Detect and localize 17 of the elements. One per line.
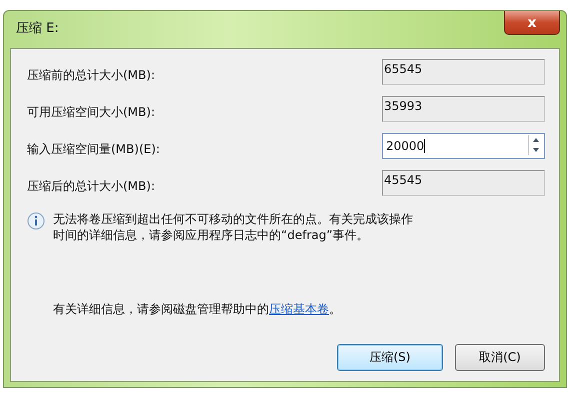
field-label: 可用压缩空间大小(MB): bbox=[27, 104, 155, 121]
cancel-button[interactable]: 取消(C) bbox=[455, 344, 545, 371]
shrink-button[interactable]: 压缩(S) bbox=[337, 344, 443, 371]
readonly-field: 65545 bbox=[382, 59, 545, 85]
field-label: 输入压缩空间量(MB)(E): bbox=[27, 141, 160, 158]
help-text-end: 。 bbox=[329, 302, 341, 316]
readonly-field: 45545 bbox=[382, 170, 545, 196]
field-label: 压缩后的总计大小(MB): bbox=[27, 178, 155, 195]
info-message: 无法将卷压缩到超出任何不可移动的文件所在的点。有关完成该操作时间的详细信息，请参阅应用程序日志中的“defrag”事件。 bbox=[53, 211, 414, 243]
close-button[interactable]: x bbox=[504, 11, 560, 35]
readonly-field: 35993 bbox=[382, 96, 545, 122]
help-text: 有关详细信息，请参阅磁盘管理帮助中的 bbox=[53, 302, 269, 316]
field-label: 压缩前的总计大小(MB): bbox=[27, 67, 155, 84]
help-link[interactable]: 压缩基本卷 bbox=[269, 302, 329, 316]
input-field[interactable]: 20000 bbox=[382, 133, 545, 159]
window-title: 压缩 E: bbox=[15, 20, 59, 36]
info-icon bbox=[27, 212, 45, 230]
